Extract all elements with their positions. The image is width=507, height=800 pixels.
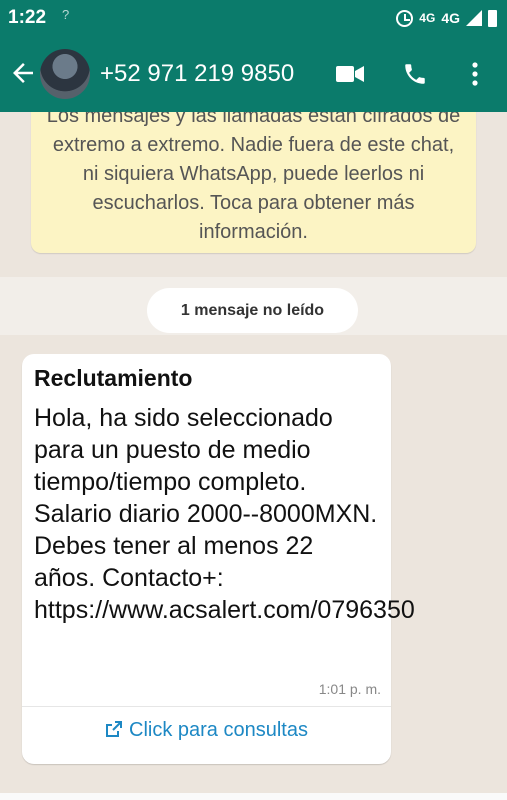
- message-timestamp: 1:01 p. m.: [318, 681, 381, 697]
- volte-label: 4G: [419, 11, 436, 25]
- encryption-notice[interactable]: Los mensajes y las llamadas están cifrad…: [31, 112, 476, 253]
- status-icons: 4G 4G: [396, 6, 497, 30]
- back-arrow-icon[interactable]: [8, 58, 38, 88]
- more-vert-icon[interactable]: [468, 60, 482, 88]
- status-bar: 1:22 ? 4G 4G: [0, 0, 507, 36]
- avatar[interactable]: [40, 49, 90, 99]
- phone-icon[interactable]: [402, 61, 428, 87]
- message-divider: [22, 706, 391, 707]
- external-link-icon: [106, 721, 123, 737]
- status-signal-label: ?: [62, 7, 70, 22]
- unread-badge: 1 mensaje no leído: [147, 288, 358, 333]
- alarm-icon: [396, 9, 414, 27]
- consult-link-button[interactable]: Click para consultas: [22, 719, 391, 742]
- network-type-label: 4G: [441, 10, 460, 26]
- message-bubble[interactable]: Reclutamiento Hola, ha sido seleccionado…: [22, 354, 415, 764]
- consult-link-label: Click para consultas: [129, 719, 308, 741]
- contact-name[interactable]: +52 971 219 9850: [100, 60, 294, 88]
- video-call-icon[interactable]: [336, 65, 364, 83]
- chat-header: +52 971 219 9850: [0, 36, 507, 112]
- status-time: 1:22: [8, 7, 47, 28]
- chat-area[interactable]: Los mensajes y las llamadas están cifrad…: [0, 112, 507, 800]
- bottom-strip: [0, 793, 507, 800]
- signal-icon: [466, 10, 482, 26]
- message-sender: Reclutamiento: [34, 365, 193, 391]
- message-text: Hola, ha sido seleccionado para un puest…: [34, 404, 415, 624]
- battery-icon: [488, 9, 497, 27]
